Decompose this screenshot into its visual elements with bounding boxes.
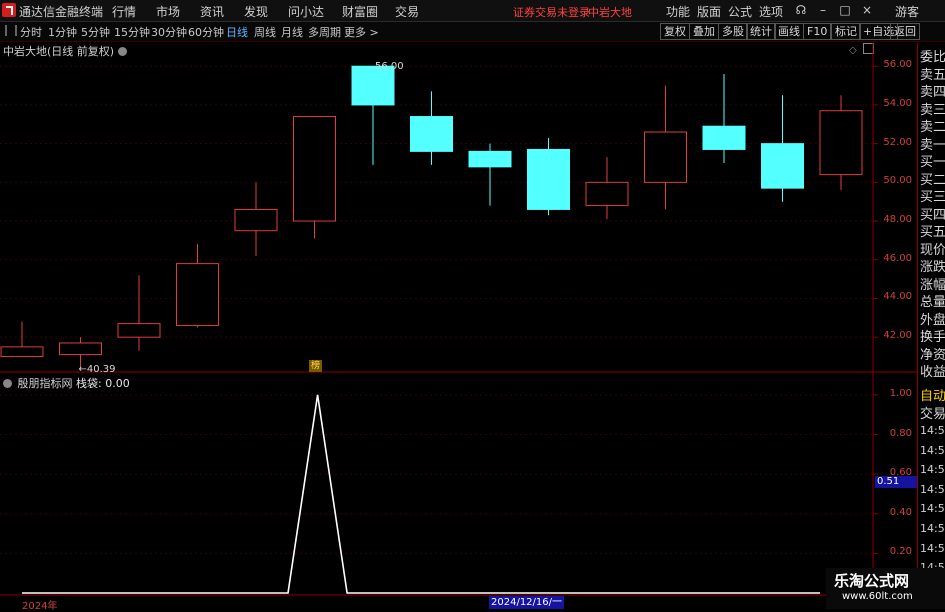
price-tick-label: 50.00	[883, 175, 912, 187]
bang-badge[interactable]: 榜	[309, 360, 322, 372]
trade-time: 14:56	[920, 424, 945, 437]
quote-field-label: 买三	[920, 190, 945, 205]
candle-body	[0, 346, 44, 358]
price-tick-label: 48.00	[883, 214, 912, 226]
auto-mode-label: 自动	[920, 389, 945, 404]
candle-body	[293, 116, 336, 222]
chart-canvas	[0, 43, 917, 596]
candle-body	[176, 263, 219, 327]
candle-body	[527, 148, 570, 210]
quote-field-label: 委比	[920, 50, 945, 65]
watermark-title: 乐淘公式网	[834, 572, 910, 590]
candle-body	[644, 131, 687, 183]
indicator-series	[22, 394, 820, 594]
candle-body	[702, 125, 746, 150]
quote-field-label: 卖四	[920, 85, 945, 100]
price-tick-label: 42.00	[883, 330, 912, 342]
quote-field-label: 外盘	[920, 312, 945, 328]
candle-body	[468, 150, 512, 168]
candle-body	[819, 110, 863, 176]
trade-label: 交易	[920, 407, 945, 422]
quote-field-label: 卖三	[920, 102, 945, 118]
price-tick-label: 46.00	[883, 252, 912, 264]
year-label: 2024年	[22, 601, 58, 612]
quote-field-label: 买四	[920, 207, 945, 223]
candle-body	[117, 323, 161, 338]
candle-body	[761, 143, 804, 189]
trade-time: 14:56	[920, 502, 945, 516]
quote-field-label: 涨跌	[920, 260, 945, 275]
indicator-line	[22, 394, 820, 594]
indicator-current-value: 0.51	[875, 476, 917, 488]
quote-field-label: 净资	[920, 347, 945, 363]
quote-field-label: 现价	[920, 242, 945, 258]
quote-field-label: 收益	[920, 365, 945, 380]
quote-field-label: 卖一	[920, 137, 945, 153]
quote-field-label: 总量	[920, 295, 945, 310]
cursor-date-label: 2024/12/16/一	[489, 596, 565, 609]
quote-field-label: 卖二	[920, 120, 945, 135]
trade-time: 14:56	[920, 541, 945, 555]
price-tick-label: 54.00	[883, 97, 912, 109]
low-price-annotation: ←40.39	[78, 364, 116, 376]
watermark-url: www.60lt.com	[842, 591, 913, 602]
candlestick-series	[0, 65, 863, 369]
indicator-grid	[0, 394, 878, 554]
quote-field-label: 买二	[920, 172, 945, 188]
indicator-tick-label: 1.00	[889, 387, 912, 399]
price-tick-label: 56.00	[883, 59, 912, 71]
candle-body	[59, 342, 102, 356]
indicator-tick-label: 0.40	[889, 506, 912, 518]
trade-time: 14:56	[920, 482, 945, 496]
price-tick-label: 44.00	[883, 291, 912, 303]
indicator-tick-label: 0.20	[889, 546, 912, 558]
price-tick-label: 52.00	[883, 136, 912, 148]
candle-body	[585, 181, 629, 207]
quote-field-label: 买五	[920, 225, 945, 240]
candle-body	[234, 208, 278, 232]
quote-field-label: 卖五	[920, 67, 945, 83]
trade-time: 14:56	[920, 463, 945, 477]
candle-body	[410, 116, 453, 152]
trade-time: 14:56	[920, 443, 945, 457]
quote-field-label: 换手	[920, 330, 945, 345]
watermark: 乐淘公式网 www.60lt.com	[826, 568, 945, 609]
quote-field-label: 涨幅	[920, 277, 945, 293]
price-grid	[0, 65, 878, 338]
high-price-annotation: 56.00	[375, 61, 404, 73]
indicator-tick-label: 0.80	[889, 427, 912, 439]
quote-field-label: 买一	[920, 155, 945, 170]
trade-time: 14:56	[920, 522, 945, 535]
quote-side-panel: 委比卖五卖四卖三卖二卖一买一买二买三买四买五现价涨跌涨幅总量外盘换手净资收益自动…	[917, 43, 945, 609]
